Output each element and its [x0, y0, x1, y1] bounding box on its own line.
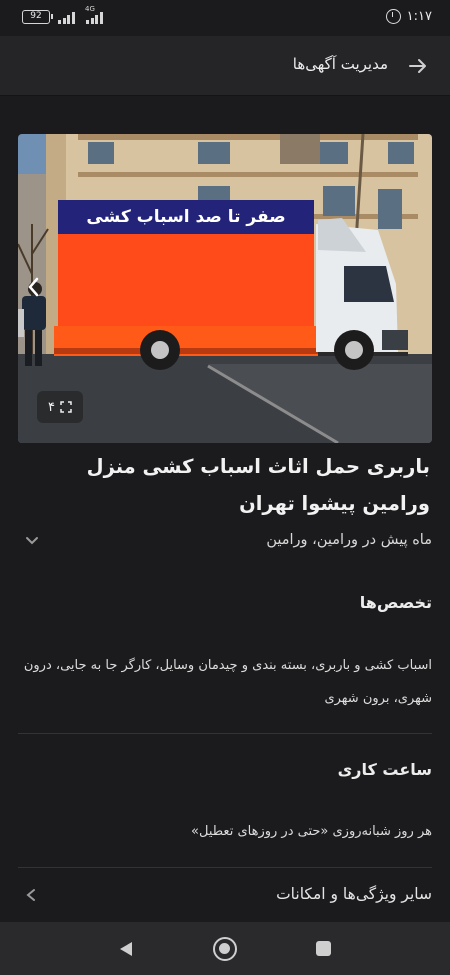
- clock-time: ۱:۱۷: [406, 9, 432, 24]
- banner-text: صفر تا صد اسباب کشی: [86, 207, 286, 227]
- app-bar: مدیریت آگهی‌ها: [0, 36, 450, 96]
- nav-back-icon[interactable]: [116, 939, 136, 959]
- battery-icon: 92: [22, 10, 53, 24]
- navigation-bar: [0, 922, 450, 975]
- working-hours-body: هر روز شبانه‌روزی «حتی در روزهای تعطیل»: [191, 824, 432, 839]
- specialties-title: تخصص‌ها: [359, 593, 432, 612]
- working-hours-title: ساعت کاری: [337, 760, 432, 779]
- chevron-down-icon[interactable]: [24, 534, 40, 548]
- listing-meta-row[interactable]: ماه پیش در ورامین، ورامین: [18, 526, 432, 556]
- features-row[interactable]: سایر ویژگی‌ها و امکانات: [0, 868, 450, 922]
- clock-area: ۱:۱۷: [385, 9, 432, 24]
- battery-level: 92: [30, 11, 42, 21]
- listing-image[interactable]: صفر تا صد اسباب کشی ۴: [18, 134, 432, 443]
- arrow-right-icon[interactable]: [406, 54, 430, 78]
- expand-icon: [60, 401, 72, 413]
- signal-icon: [58, 10, 75, 24]
- listing-title: باربری حمل اثاث اسباب کشی منزل ورامین پی…: [86, 455, 430, 515]
- nav-home-icon[interactable]: [213, 937, 237, 961]
- photo-count: ۴: [48, 399, 55, 415]
- signal-icon-2: [86, 10, 103, 24]
- alarm-icon: [385, 9, 401, 24]
- nav-recent-icon[interactable]: [316, 941, 331, 956]
- status-bar: 92 4G ۱:۱۷: [0, 0, 450, 36]
- specialties-body: اسباب کشی و باربری، بسته بندی و چیدمان و…: [23, 658, 432, 706]
- photo-counter[interactable]: ۴: [37, 391, 83, 423]
- features-label: سایر ویژگی‌ها و امکانات: [276, 885, 432, 903]
- chevron-left-icon[interactable]: [24, 274, 44, 300]
- listing-meta: ماه پیش در ورامین، ورامین: [266, 532, 432, 548]
- page-title: مدیریت آگهی‌ها: [292, 55, 388, 73]
- divider: [18, 733, 432, 734]
- chevron-left-icon-features: [26, 889, 35, 901]
